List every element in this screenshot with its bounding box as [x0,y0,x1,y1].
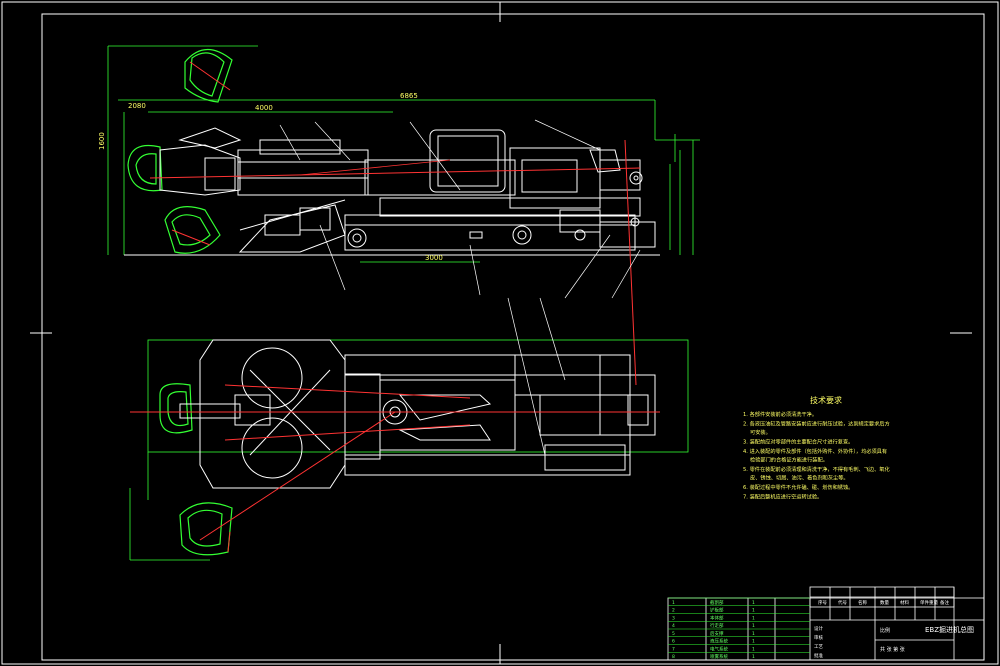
cad-drawing-canvas: 6865 4000 2080 1600 3000 技术要求 1. 各部件安装前必… [1,1,999,665]
tech-req-title: 技术要求 [810,395,842,405]
dim-length-a: 4000 [255,104,273,112]
tb-row-qty: 1 [752,631,755,637]
dim-height: 1600 [98,132,106,150]
tech-req-line: 可安装。 [750,428,771,436]
tb-row-no: 4 [672,623,675,629]
tb-row-name: 截割部 [710,599,724,606]
tb-row-qty: 1 [752,615,755,621]
dim-overall-length: 6865 [400,92,418,100]
dim-length-b: 2080 [128,102,146,110]
tb-row-qty: 1 [752,608,755,614]
tb-header: 名称 [858,599,867,606]
tb-row-name: 喷雾系统 [710,653,728,660]
tech-req-line: 5. 零件在装配前必须清理和清洗干净，不得有毛刺、飞边、氧化 [743,465,890,473]
tb-row-qty: 1 [752,600,755,606]
tb-row-name: 铲板部 [710,607,724,614]
tech-req-line: 1. 各部件安装前必须清洗干净。 [743,410,817,418]
tech-req-line: 6. 装配过程中零件不允许磕、碰、划伤和锈蚀。 [743,483,853,491]
tb-row-no: 6 [672,639,675,645]
centering-marks [30,2,972,664]
tb-row-qty: 1 [752,646,755,652]
title-block: 序号 代号 名称 数量 材料 单件重量 备注 1 截割部 1 2 铲板部 1 3 本体部 1 4 行走部 1 5 后支… [667,586,985,661]
tech-req-line: 检验部门的合格证方能进行装配。 [750,456,828,464]
side-view [107,45,700,263]
tb-row-qty: 1 [752,623,755,629]
leader-lines [279,119,641,456]
tb-row-no: 8 [672,654,675,660]
tb-header: 序号 [818,599,827,606]
tb-row-name: 液压系统 [710,638,728,645]
scale-label: 比例 [880,627,890,634]
tb-header: 材料 [900,599,909,606]
tb-row-name: 行走部 [710,622,724,629]
tech-requirements: 技术要求 1. 各部件安装前必须清洗干净。 2. 各液压油缸及管路安装前应进行耐压… [743,395,890,501]
sheet-label: 共 张 第 张 [880,646,905,653]
tb-row-name: 后支撑 [710,630,724,637]
tb-row-no: 1 [672,600,675,606]
tb-sign-label: 设计 [814,625,823,632]
drawing-name: EBZ掘进机总图 [925,625,974,634]
tb-row-name: 电气系统 [710,645,728,652]
tb-row-qty: 1 [752,639,755,645]
dimension-labels: 6865 4000 2080 1600 3000 [98,92,443,262]
tech-req-line: 3. 装配前应对零部件的主要配合尺寸进行复查。 [743,438,853,446]
inner-frame [41,13,985,661]
tech-req-line: 2. 各液压油缸及管路安装前应进行耐压试验，达到规定要求后方 [743,420,890,428]
tb-row-name: 本体部 [710,614,724,621]
tb-header: 代号 [838,599,847,606]
tb-row-no: 5 [672,631,675,637]
tb-row-qty: 1 [752,654,755,660]
outer-frame [1,1,999,665]
tb-row-no: 7 [672,646,675,652]
tech-req-line: 7. 装配后整机应进行空运转试验。 [743,493,822,501]
tb-sign-label: 工艺 [814,644,823,650]
tech-req-line: 皮、锈蚀、切屑、油污、着色剂和灰尘等。 [750,474,849,482]
dim-crawler-length: 3000 [425,254,443,262]
tb-header: 数量 [880,599,889,606]
tb-sign-label: 审核 [814,634,823,641]
tb-row-no: 2 [672,608,675,614]
tech-req-line: 4. 进入装配的零件及部件（包括外购件、外协件），均必须具有 [743,447,887,455]
tb-sign-label: 批准 [814,652,823,659]
top-view [129,139,689,561]
tb-header: 单件重量 [920,599,938,606]
tb-header: 备注 [940,599,949,606]
tb-row-no: 3 [672,615,675,621]
